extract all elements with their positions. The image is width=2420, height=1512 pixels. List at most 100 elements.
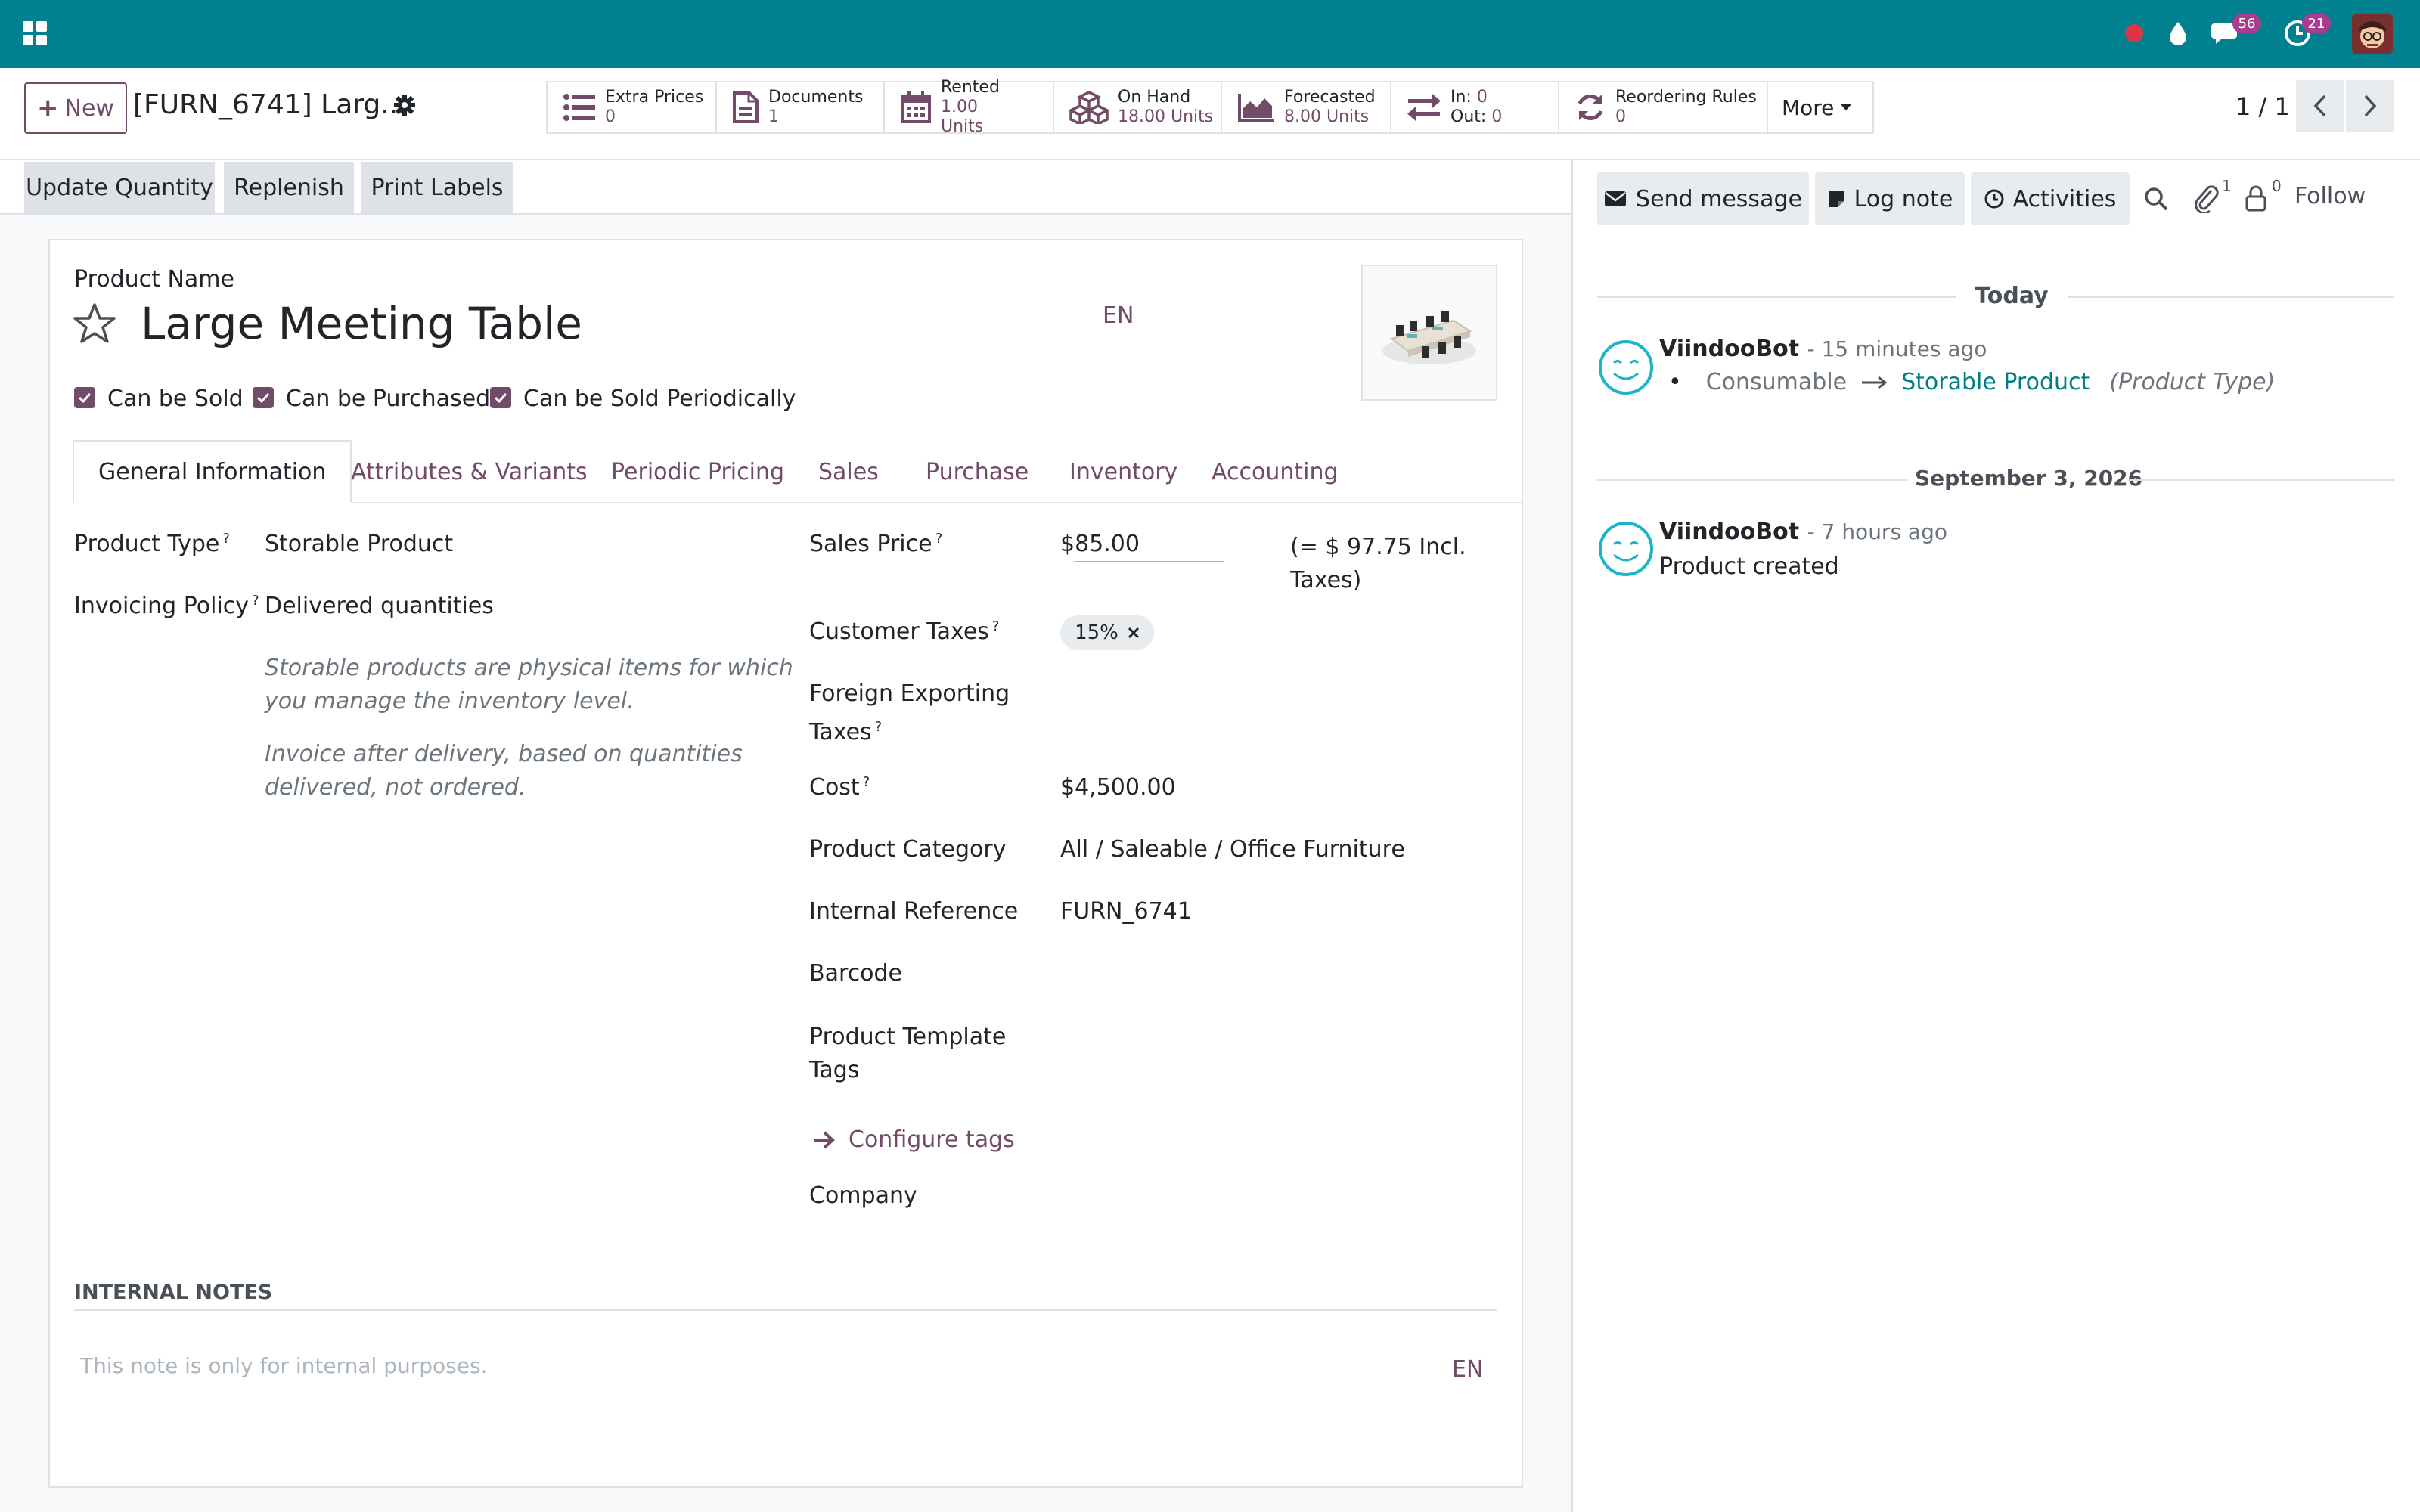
barcode-field[interactable] — [1060, 954, 1484, 992]
smart-button-in-out[interactable]: In: 0 Out: 0 — [1392, 82, 1559, 132]
product-type-field[interactable]: Storable Product — [265, 531, 453, 557]
control-panel: + New [FURN_6741] Larg... Extra Prices 0 … — [0, 68, 2420, 160]
invoicing-policy-field[interactable]: Delivered quantities — [265, 593, 494, 619]
tab-purchase[interactable]: Purchase — [926, 440, 1028, 503]
new-value: Storable Product — [1901, 369, 2090, 395]
product-template-tags-field[interactable] — [1060, 1021, 1484, 1058]
product-category-label: Product Category — [809, 836, 1007, 863]
old-value: Consumable — [1705, 369, 1848, 395]
sales-price-field[interactable]: $85.00 — [1060, 531, 1140, 557]
internal-notes-language-button[interactable]: EN — [1452, 1356, 1483, 1383]
search-icon[interactable] — [2143, 186, 2169, 212]
recording-status-icon[interactable] — [2118, 17, 2151, 50]
date-separator-line — [1597, 296, 1956, 298]
gear-icon[interactable] — [393, 94, 416, 116]
user-avatar[interactable] — [2352, 14, 2393, 54]
internal-reference-label: Internal Reference — [809, 898, 1019, 925]
more-label: More — [1782, 94, 1835, 120]
drop-icon[interactable] — [2161, 17, 2195, 50]
date-separator-line — [2068, 296, 2394, 298]
date-separator-today: Today — [1975, 283, 2049, 309]
pager-value[interactable]: 1 / 1 — [2235, 92, 2290, 121]
print-labels-button[interactable]: Print Labels — [361, 162, 513, 213]
help-line: Invoice after delivery, based on quantit… — [265, 741, 743, 767]
sales-price-underline — [1074, 561, 1224, 562]
tab-periodic-pricing[interactable]: Periodic Pricing — [611, 440, 784, 503]
tab-attributes-variants[interactable]: Attributes & Variants — [351, 440, 588, 503]
smart-button-title: Reordering Rules — [1615, 88, 1757, 107]
app-menu-grid-icon[interactable] — [18, 17, 51, 50]
bot-avatar-icon[interactable] — [1597, 520, 1655, 578]
activities-button[interactable]: Activities — [1971, 172, 2130, 225]
can-be-purchased-label[interactable]: Can be Purchased — [286, 386, 490, 412]
can-be-sold-periodically-checkbox[interactable] — [490, 387, 511, 408]
smart-button-documents[interactable]: Documents 1 — [717, 82, 885, 132]
tab-accounting[interactable]: Accounting — [1212, 440, 1339, 503]
update-quantity-button[interactable]: Update Quantity — [24, 162, 215, 213]
help-tooltip-icon[interactable]: ? — [875, 719, 883, 735]
label-line-text: Taxes — [809, 719, 872, 745]
can-be-sold-periodically-label[interactable]: Can be Sold Periodically — [523, 386, 796, 412]
new-button-label: New — [64, 94, 114, 122]
help-tooltip-icon[interactable]: ? — [935, 531, 943, 547]
customer-tax-tag[interactable]: 15% — [1060, 615, 1154, 650]
sales-price-label: Sales Price? — [809, 531, 942, 557]
document-icon — [732, 91, 759, 124]
can-be-purchased-checkbox[interactable] — [253, 387, 274, 408]
smart-button-forecasted[interactable]: Forecasted 8.00 Units — [1222, 82, 1392, 132]
smart-buttons-bar: Extra Prices 0 Documents 1 Rented 1.00 Units… — [546, 78, 1874, 136]
send-message-button[interactable]: Send message — [1597, 172, 1809, 225]
tracking-value-change: • Consumable Storable Product (Product T… — [1668, 369, 2275, 395]
product-category-field[interactable]: All / Saleable / Office Furniture — [1060, 836, 1405, 863]
paperclip-icon[interactable] — [2193, 183, 2220, 213]
favorite-star-icon[interactable] — [73, 302, 116, 345]
smart-button-value: 0 — [605, 107, 616, 126]
help-tooltip-icon[interactable]: ? — [992, 618, 1000, 634]
invoicing-policy-label: Invoicing Policy? — [74, 593, 259, 619]
internal-reference-field[interactable]: FURN_6741 — [1060, 898, 1192, 925]
author-name[interactable]: ViindooBot — [1659, 336, 1799, 362]
tab-general-information[interactable]: General Information — [73, 440, 352, 503]
company-field[interactable] — [1060, 1176, 1484, 1214]
plus-icon: + — [37, 93, 59, 123]
internal-notes-editor[interactable]: This note is only for internal purposes. — [74, 1331, 1420, 1399]
date-separator-date: September 3, 2026 — [1915, 466, 2143, 491]
new-button[interactable]: + New — [24, 82, 127, 134]
sales-price-label-text: Sales Price — [809, 531, 932, 557]
can-be-sold-label[interactable]: Can be Sold — [107, 386, 244, 412]
smart-button-extra-prices[interactable]: Extra Prices 0 — [548, 82, 717, 132]
sticky-note-icon — [1827, 189, 1845, 209]
long-arrow-right-icon — [1860, 376, 1888, 389]
can-be-sold-checkbox[interactable] — [74, 387, 95, 408]
product-name-language-button[interactable]: EN — [1103, 302, 1134, 329]
log-note-button[interactable]: Log note — [1815, 172, 1965, 225]
followers-lock-icon[interactable] — [2245, 184, 2267, 212]
log-note-label: Log note — [1854, 185, 1953, 212]
tab-inventory[interactable]: Inventory — [1069, 440, 1177, 503]
author-name[interactable]: ViindooBot — [1659, 519, 1799, 545]
help-line: Storable products are physical items for… — [265, 655, 793, 681]
smart-button-on-hand[interactable]: On Hand 18.00 Units — [1054, 82, 1222, 132]
product-name-field[interactable]: Large Meeting Table — [141, 298, 582, 349]
follow-button[interactable]: Follow — [2294, 183, 2366, 209]
more-dropdown-button[interactable]: More — [1768, 82, 1852, 132]
barcode-label: Barcode — [809, 960, 902, 987]
pager-next-button[interactable] — [2346, 80, 2394, 132]
pager-previous-button[interactable] — [2296, 80, 2344, 132]
replenish-button[interactable]: Replenish — [224, 162, 354, 213]
remove-tag-icon[interactable] — [1128, 627, 1140, 639]
configure-tags-link[interactable]: Configure tags — [812, 1126, 1015, 1153]
help-tooltip-icon[interactable]: ? — [252, 593, 259, 609]
bot-avatar-icon[interactable] — [1597, 339, 1655, 396]
help-tooltip-icon[interactable]: ? — [863, 774, 870, 790]
smart-button-rented[interactable]: Rented 1.00 Units — [885, 78, 1054, 136]
product-image[interactable] — [1361, 265, 1497, 401]
help-tooltip-icon[interactable]: ? — [222, 531, 230, 547]
tab-sales[interactable]: Sales — [818, 440, 879, 503]
chatter-panel: Send message Log note Activities 1 0 Fol… — [1573, 160, 2420, 1512]
form-status-bar: Update Quantity Replenish Print Labels — [0, 160, 1571, 215]
incl-taxes-line: Taxes) — [1290, 567, 1362, 593]
product-template-tags-label: Product Template Tags — [809, 1021, 1006, 1087]
smart-button-reordering-rules[interactable]: Reordering Rules 0 — [1559, 82, 1768, 132]
cost-field[interactable]: $4,500.00 — [1060, 774, 1176, 801]
